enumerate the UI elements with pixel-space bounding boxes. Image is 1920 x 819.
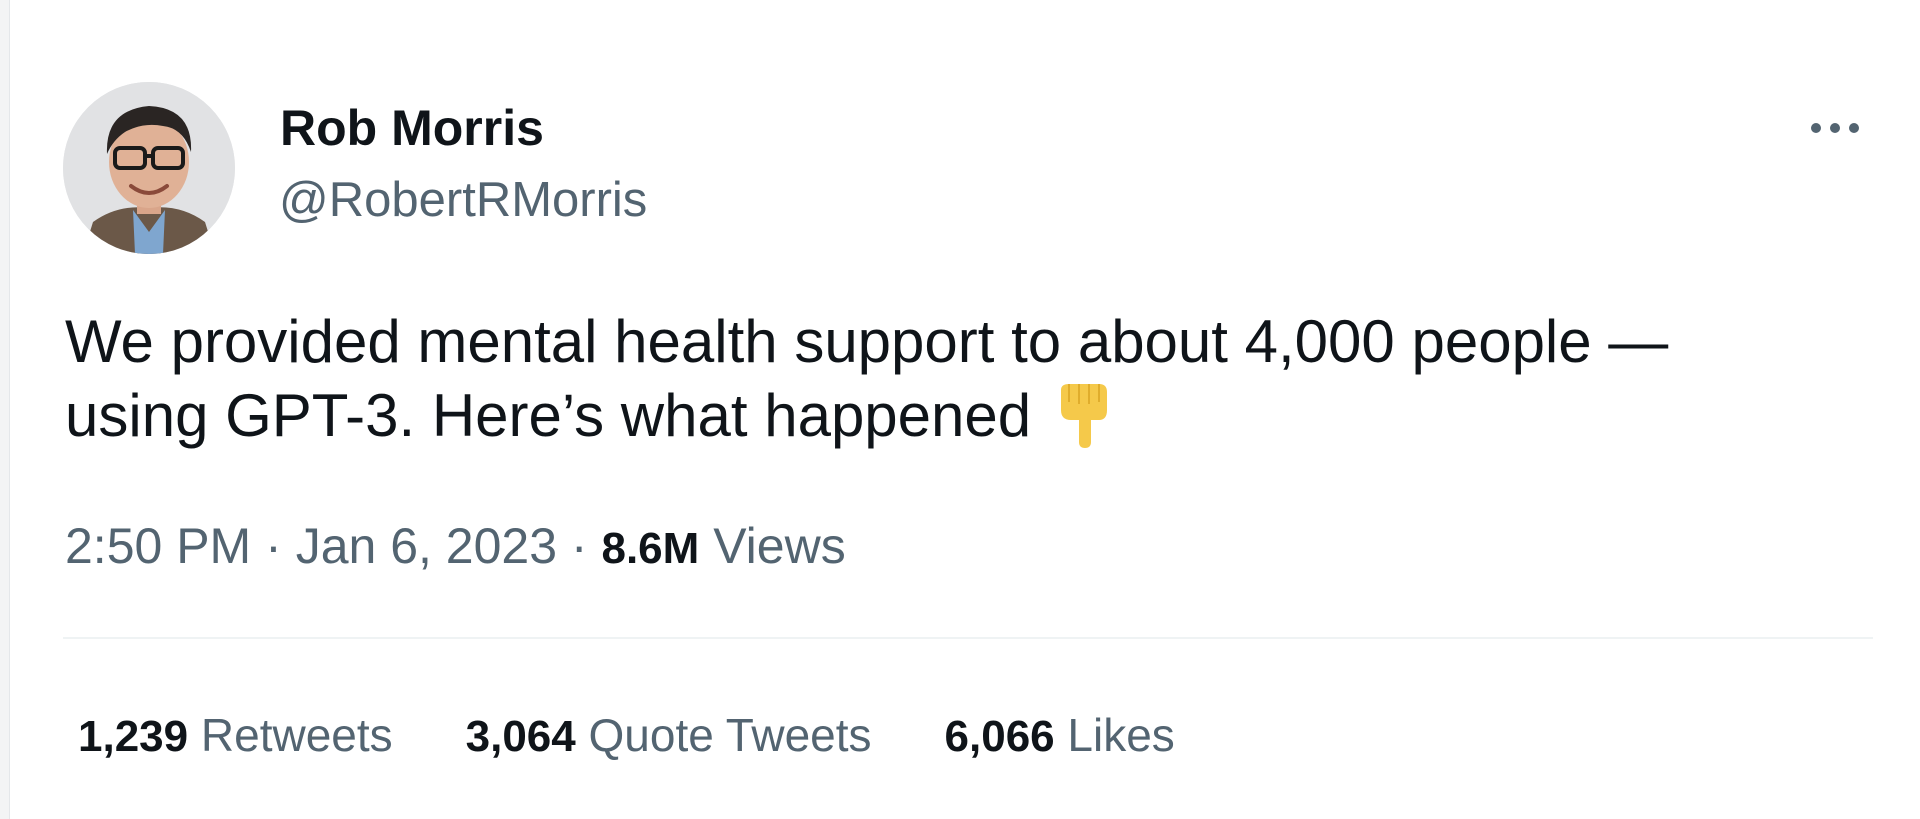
- author-display-name[interactable]: Rob Morris: [280, 98, 544, 158]
- tweet-card: Rob Morris @RobertRMorris We provided me…: [0, 0, 1920, 819]
- engagement-stats: 1,239 Retweets 3,064 Quote Tweets 6,066 …: [78, 705, 1175, 767]
- tweet-text-line-2: using GPT-3. Here’s what happened: [65, 379, 1865, 467]
- views-count: 8.6M: [601, 524, 700, 573]
- retweets-label: Retweets: [200, 709, 393, 761]
- tweet-text-line-2-text: using GPT-3. Here’s what happened: [65, 382, 1032, 449]
- author-handle[interactable]: @RobertRMorris: [279, 170, 647, 230]
- divider: [63, 637, 1873, 639]
- tweet-text: We provided mental health support to abo…: [65, 305, 1865, 467]
- likes-count: 6,066: [944, 712, 1055, 761]
- views-label: Views: [713, 518, 846, 574]
- quote-tweets-stat[interactable]: 3,064 Quote Tweets: [466, 705, 872, 767]
- quote-tweets-label: Quote Tweets: [588, 709, 872, 761]
- tweet-text-line-1: We provided mental health support to abo…: [65, 308, 1669, 375]
- tweet-date[interactable]: Jan 6, 2023: [296, 518, 557, 574]
- avatar[interactable]: [63, 82, 235, 254]
- backhand-index-pointing-down-icon: [1053, 380, 1113, 467]
- meta-separator-2: ·: [570, 518, 588, 574]
- tweet-meta: 2:50 PM · Jan 6, 2023 · 8.6M Views: [65, 516, 846, 579]
- avatar-photo: [63, 82, 235, 254]
- more-options-button[interactable]: [1805, 104, 1865, 152]
- retweets-count: 1,239: [78, 712, 189, 761]
- more-horizontal-icon: [1811, 123, 1859, 133]
- quote-tweets-count: 3,064: [465, 712, 576, 761]
- likes-stat[interactable]: 6,066 Likes: [945, 705, 1175, 767]
- tweet-time[interactable]: 2:50 PM: [65, 518, 251, 574]
- meta-separator-1: ·: [265, 518, 282, 574]
- left-edge-border: [0, 0, 10, 819]
- retweets-stat[interactable]: 1,239 Retweets: [78, 705, 393, 767]
- likes-label: Likes: [1067, 709, 1175, 761]
